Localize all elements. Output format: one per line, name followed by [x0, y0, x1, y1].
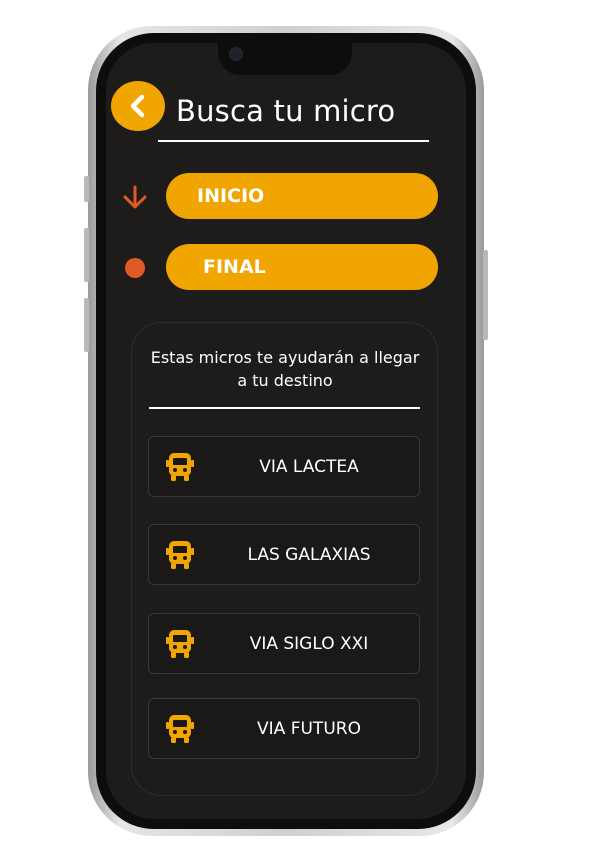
- power-button: [483, 250, 488, 340]
- route-item-via-lactea[interactable]: VIA LACTEA: [148, 436, 420, 497]
- page-title: Busca tu micro: [176, 94, 396, 128]
- bus-icon: [166, 453, 194, 481]
- end-location-label: FINAL: [203, 256, 266, 278]
- title-divider: [158, 140, 429, 142]
- bus-icon: [166, 715, 194, 743]
- back-button[interactable]: [111, 81, 165, 131]
- results-divider: [149, 407, 420, 409]
- route-item-las-galaxias[interactable]: LAS GALAXIAS: [148, 524, 420, 585]
- mute-switch: [84, 176, 89, 202]
- bus-icon: [166, 541, 194, 569]
- arrow-down-icon: [123, 185, 147, 209]
- volume-up-button: [84, 228, 89, 282]
- route-item-via-futuro[interactable]: VIA FUTURO: [148, 698, 420, 759]
- end-location-field[interactable]: FINAL: [166, 244, 438, 290]
- chevron-left-icon: [130, 94, 145, 118]
- start-location-label: INICIO: [197, 185, 265, 207]
- bus-icon: [166, 630, 194, 658]
- results-message: Estas micros te ayudarán a llegar a tu d…: [150, 348, 420, 390]
- route-name: VIA LACTEA: [259, 456, 359, 477]
- dot-icon: [125, 258, 145, 278]
- route-item-via-siglo-xxi[interactable]: VIA SIGLO XXI: [148, 613, 420, 674]
- volume-down-button: [84, 298, 89, 352]
- front-camera: [231, 49, 241, 59]
- route-name: LAS GALAXIAS: [247, 544, 371, 565]
- start-location-field[interactable]: INICIO: [166, 173, 438, 219]
- route-name: VIA SIGLO XXI: [249, 633, 369, 654]
- route-name: VIA FUTURO: [257, 718, 361, 739]
